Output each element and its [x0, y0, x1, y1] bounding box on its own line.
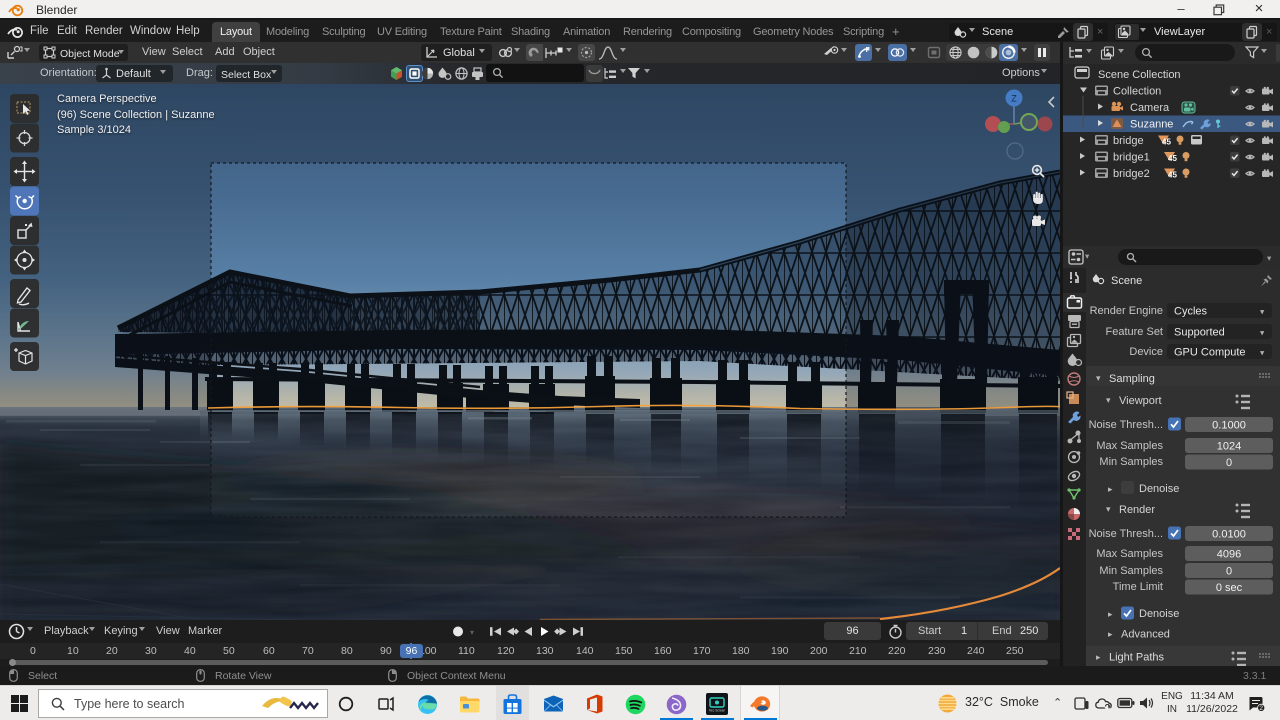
svg-text:0.0100: 0.0100	[1212, 529, 1246, 541]
svg-text:▸: ▸	[1108, 629, 1113, 639]
svg-text:0: 0	[1226, 457, 1232, 469]
svg-text:Noise Thresh...: Noise Thresh...	[1089, 528, 1163, 540]
svg-text:▾: ▾	[1267, 253, 1272, 263]
svg-text:Viewport: Viewport	[1119, 395, 1162, 407]
svg-text:bridge1: bridge1	[1113, 152, 1150, 164]
svg-text:Render Engine: Render Engine	[1090, 305, 1163, 317]
svg-text:Denoise: Denoise	[1139, 483, 1179, 495]
svg-text:Supported: Supported	[1174, 327, 1225, 339]
svg-text:Noise Thresh...: Noise Thresh...	[1089, 419, 1163, 431]
svg-text:Max Samples: Max Samples	[1096, 548, 1163, 560]
svg-text:0 sec: 0 sec	[1216, 582, 1243, 594]
svg-text:Sampling: Sampling	[1109, 373, 1155, 385]
svg-text:2: 2	[1259, 705, 1263, 712]
svg-text:GPU Compute: GPU Compute	[1174, 347, 1246, 359]
svg-text:Scene: Scene	[1111, 275, 1142, 287]
svg-text:0.1000: 0.1000	[1212, 420, 1246, 432]
svg-text:▾: ▾	[1260, 348, 1265, 358]
svg-text:▾: ▾	[1096, 373, 1101, 383]
svg-text:▾: ▾	[470, 628, 474, 637]
svg-text:▾: ▾	[1085, 251, 1090, 261]
svg-text:Collection: Collection	[1113, 86, 1161, 98]
svg-text:1024: 1024	[1217, 441, 1241, 453]
svg-text:Suzanne: Suzanne	[1130, 119, 1173, 131]
svg-text:▾: ▾	[1260, 307, 1265, 317]
svg-text:Min Samples: Min Samples	[1099, 456, 1163, 468]
svg-text:Camera: Camera	[1130, 102, 1170, 114]
svg-text:Feature Set: Feature Set	[1106, 326, 1163, 338]
svg-text:Min Samples: Min Samples	[1099, 565, 1163, 577]
svg-text:Time Limit: Time Limit	[1113, 581, 1163, 593]
svg-text:▾: ▾	[1260, 328, 1265, 338]
svg-text:0: 0	[1226, 566, 1232, 578]
svg-text:Cycles: Cycles	[1174, 306, 1208, 318]
svg-text:▾: ▾	[1106, 395, 1111, 405]
svg-text:Z: Z	[1011, 94, 1017, 104]
svg-text:Advanced: Advanced	[1121, 629, 1170, 641]
svg-text:▸: ▸	[1108, 609, 1113, 619]
svg-text:Max Samples: Max Samples	[1096, 440, 1163, 452]
svg-text:Device: Device	[1129, 346, 1163, 358]
svg-text:Render: Render	[1119, 504, 1155, 516]
svg-text:Rec Screen: Rec Screen	[709, 709, 725, 713]
svg-text:▸: ▸	[1096, 652, 1101, 662]
svg-text:bridge: bridge	[1113, 135, 1144, 147]
svg-text:4096: 4096	[1217, 549, 1241, 561]
svg-text:bridge2: bridge2	[1113, 168, 1150, 180]
svg-text:Denoise: Denoise	[1139, 608, 1179, 620]
svg-text:Scene Collection: Scene Collection	[1098, 69, 1181, 81]
svg-text:▾: ▾	[1106, 504, 1111, 514]
svg-text:▸: ▸	[1108, 484, 1113, 494]
svg-text:Light Paths: Light Paths	[1109, 652, 1165, 664]
